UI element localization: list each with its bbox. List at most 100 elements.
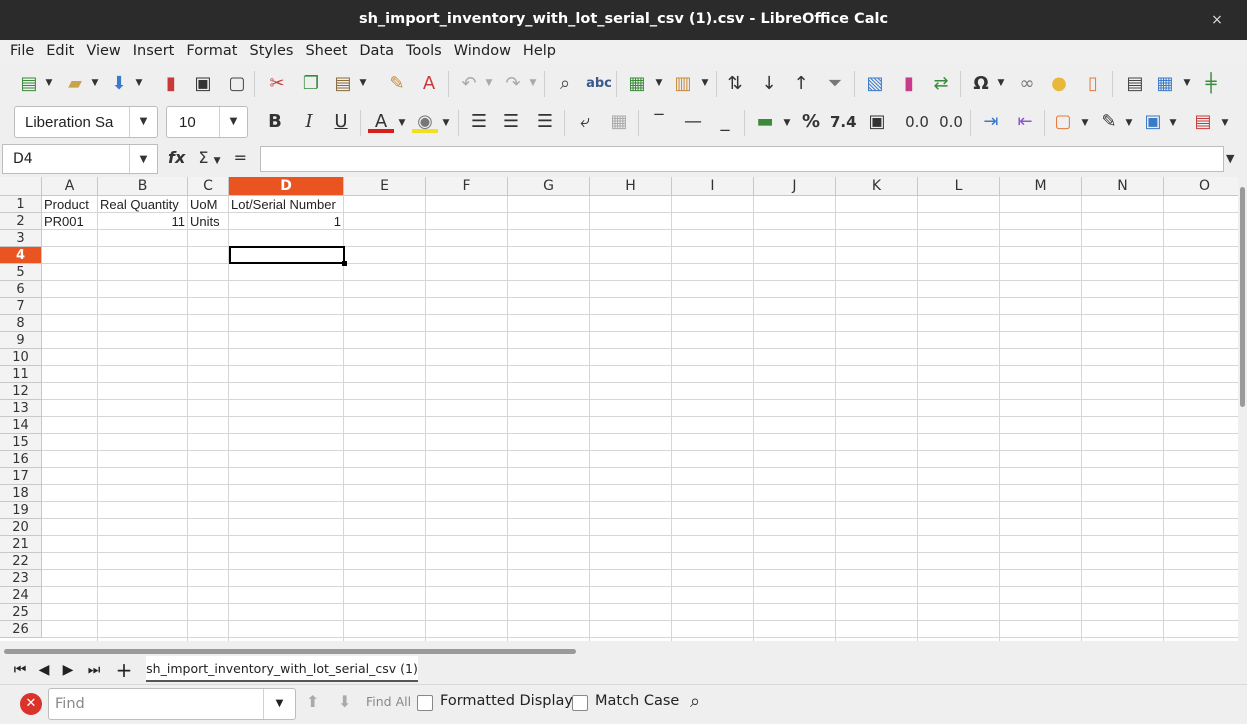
clone-formatting-icon[interactable]: ✎ <box>384 71 410 97</box>
row-header-4[interactable]: 4 <box>0 247 42 264</box>
pivot-table-icon[interactable]: ⇄ <box>928 71 954 97</box>
row-header-6[interactable]: 6 <box>0 281 42 298</box>
sum-icon[interactable]: Σ <box>198 148 208 167</box>
sort-descending-icon[interactable]: ↑ <box>788 71 814 97</box>
chevron-down-icon[interactable]: ▼ <box>528 78 538 88</box>
row-header-2[interactable]: 2 <box>0 213 42 230</box>
formatted-display-checkbox[interactable] <box>417 695 433 711</box>
row-header-14[interactable]: 14 <box>0 417 42 434</box>
name-box[interactable]: D4 ▼ <box>2 144 158 175</box>
border-style-icon[interactable]: ✎ <box>1096 109 1122 135</box>
row-header-26[interactable]: 26 <box>0 621 42 638</box>
borders-icon[interactable]: ▢ <box>1050 109 1076 135</box>
autofilter-icon[interactable]: ⏷ <box>822 71 848 97</box>
chevron-down-icon[interactable]: ▼ <box>782 118 792 128</box>
row-header-7[interactable]: 7 <box>0 298 42 315</box>
cell-b2[interactable]: 11 <box>98 213 187 230</box>
row-header-13[interactable]: 13 <box>0 400 42 417</box>
menu-styles[interactable]: Styles <box>243 40 299 64</box>
menu-window[interactable]: Window <box>448 40 517 64</box>
column-header-b[interactable]: B <box>98 177 188 196</box>
align-bottom-icon[interactable]: _ <box>712 109 738 135</box>
column-header-h[interactable]: H <box>590 177 672 196</box>
align-left-icon[interactable]: ☰ <box>466 109 492 135</box>
menu-help[interactable]: Help <box>517 40 562 64</box>
chevron-down-icon[interactable]: ▼ <box>358 78 368 88</box>
column-header-o[interactable]: O <box>1164 177 1238 196</box>
next-sheet-icon[interactable]: ▶ <box>58 660 78 680</box>
column-header-m[interactable]: M <box>1000 177 1082 196</box>
delete-decimal-place-icon[interactable]: 0.0 <box>938 109 964 135</box>
row-header-1[interactable]: 1 <box>0 196 42 213</box>
comment-icon[interactable]: ● <box>1046 71 1072 97</box>
row-header-18[interactable]: 18 <box>0 485 42 502</box>
cell-cursor[interactable] <box>229 246 347 266</box>
insert-image-icon[interactable]: ▧ <box>862 71 888 97</box>
highlighting-color-icon[interactable]: ◉ <box>412 109 438 133</box>
number-format-icon[interactable]: 7.4 <box>830 109 857 135</box>
sort-icon[interactable]: ⇅ <box>722 71 748 97</box>
chevron-down-icon[interactable]: ▼ <box>1124 118 1134 128</box>
wrap-text-icon[interactable]: ⤶ <box>572 109 598 135</box>
sort-ascending-icon[interactable]: ↓ <box>756 71 782 97</box>
vertical-scrollbar[interactable] <box>1238 177 1247 641</box>
undo-icon[interactable]: ↶ <box>456 71 482 97</box>
define-print-area-icon[interactable]: ▤ <box>1122 71 1148 97</box>
column-header-l[interactable]: L <box>918 177 1000 196</box>
column-header-c[interactable]: C <box>188 177 229 196</box>
cell-a1[interactable]: Product <box>42 196 97 213</box>
conditional-format-icon[interactable]: ▤ <box>1190 109 1216 135</box>
row-icon[interactable]: ▦ <box>624 71 650 97</box>
redo-icon[interactable]: ↷ <box>500 71 526 97</box>
font-size-box[interactable]: 10 ▼ <box>166 106 248 138</box>
hyperlink-icon[interactable]: ∞ <box>1014 71 1040 97</box>
increase-indent-icon[interactable]: ⇥ <box>978 109 1004 135</box>
column-header-g[interactable]: G <box>508 177 590 196</box>
chevron-down-icon[interactable]: ▼ <box>134 78 144 88</box>
menu-tools[interactable]: Tools <box>400 40 448 64</box>
spelling-icon[interactable]: abc <box>586 71 612 97</box>
find-next-icon[interactable]: ⬇ <box>338 692 351 711</box>
cell-a2[interactable]: PR001 <box>42 213 97 230</box>
row-header-16[interactable]: 16 <box>0 451 42 468</box>
menu-view[interactable]: View <box>80 40 126 64</box>
chevron-down-icon[interactable]: ▼ <box>44 78 54 88</box>
row-header-24[interactable]: 24 <box>0 587 42 604</box>
chevron-down-icon[interactable]: ▼ <box>263 689 295 719</box>
horizontal-scrollbar[interactable] <box>0 646 1247 656</box>
insert-chart-icon[interactable]: ▮ <box>896 71 922 97</box>
row-header-20[interactable]: 20 <box>0 519 42 536</box>
italic-icon[interactable]: I <box>296 109 322 135</box>
function-wizard-icon[interactable]: fx <box>168 148 185 167</box>
find-replace-icon[interactable]: ⌕ <box>690 691 700 712</box>
cell-d2[interactable]: 1 <box>229 213 343 230</box>
cell-c2[interactable]: Units <box>188 213 228 230</box>
previous-sheet-icon[interactable]: ◀ <box>34 660 54 680</box>
close-window-icon[interactable]: × <box>1206 9 1228 31</box>
open-folder-icon[interactable]: ▰ <box>62 71 88 97</box>
add-sheet-icon[interactable]: + <box>114 660 134 680</box>
menu-sheet[interactable]: Sheet <box>299 40 353 64</box>
chevron-down-icon[interactable]: ▼ <box>90 78 100 88</box>
row-header-12[interactable]: 12 <box>0 383 42 400</box>
find-input[interactable] <box>55 694 255 714</box>
add-decimal-place-icon[interactable]: 0.0 <box>904 109 930 135</box>
spreadsheet-grid[interactable]: A B C D E F G H I J K L M N O 1 2 3 4 5 6 7 8 9 10 11 12 13 14 15 16 17… <box>0 177 1238 641</box>
menu-file[interactable]: File <box>4 40 40 64</box>
chevron-down-icon[interactable]: ▼ <box>654 78 664 88</box>
align-right-icon[interactable]: ☰ <box>532 109 558 135</box>
find-replace-icon[interactable]: ⌕ <box>552 71 578 97</box>
chevron-down-icon[interactable]: ▼ <box>1080 118 1090 128</box>
close-find-bar-icon[interactable]: ✕ <box>20 693 42 715</box>
split-window-icon[interactable]: ╪ <box>1198 71 1224 97</box>
column-header-i[interactable]: I <box>672 177 754 196</box>
formula-icon[interactable]: = <box>234 148 247 167</box>
column-header-a[interactable]: A <box>42 177 98 196</box>
center-vertically-icon[interactable]: — <box>680 109 706 135</box>
first-sheet-icon[interactable]: ⏮ <box>10 660 30 680</box>
match-case-checkbox[interactable] <box>572 695 588 711</box>
chevron-down-icon[interactable]: ▼ <box>1168 118 1178 128</box>
chevron-down-icon[interactable]: ▼ <box>219 107 247 137</box>
merge-center-icon[interactable]: ▦ <box>606 109 632 135</box>
row-header-3[interactable]: 3 <box>0 230 42 247</box>
